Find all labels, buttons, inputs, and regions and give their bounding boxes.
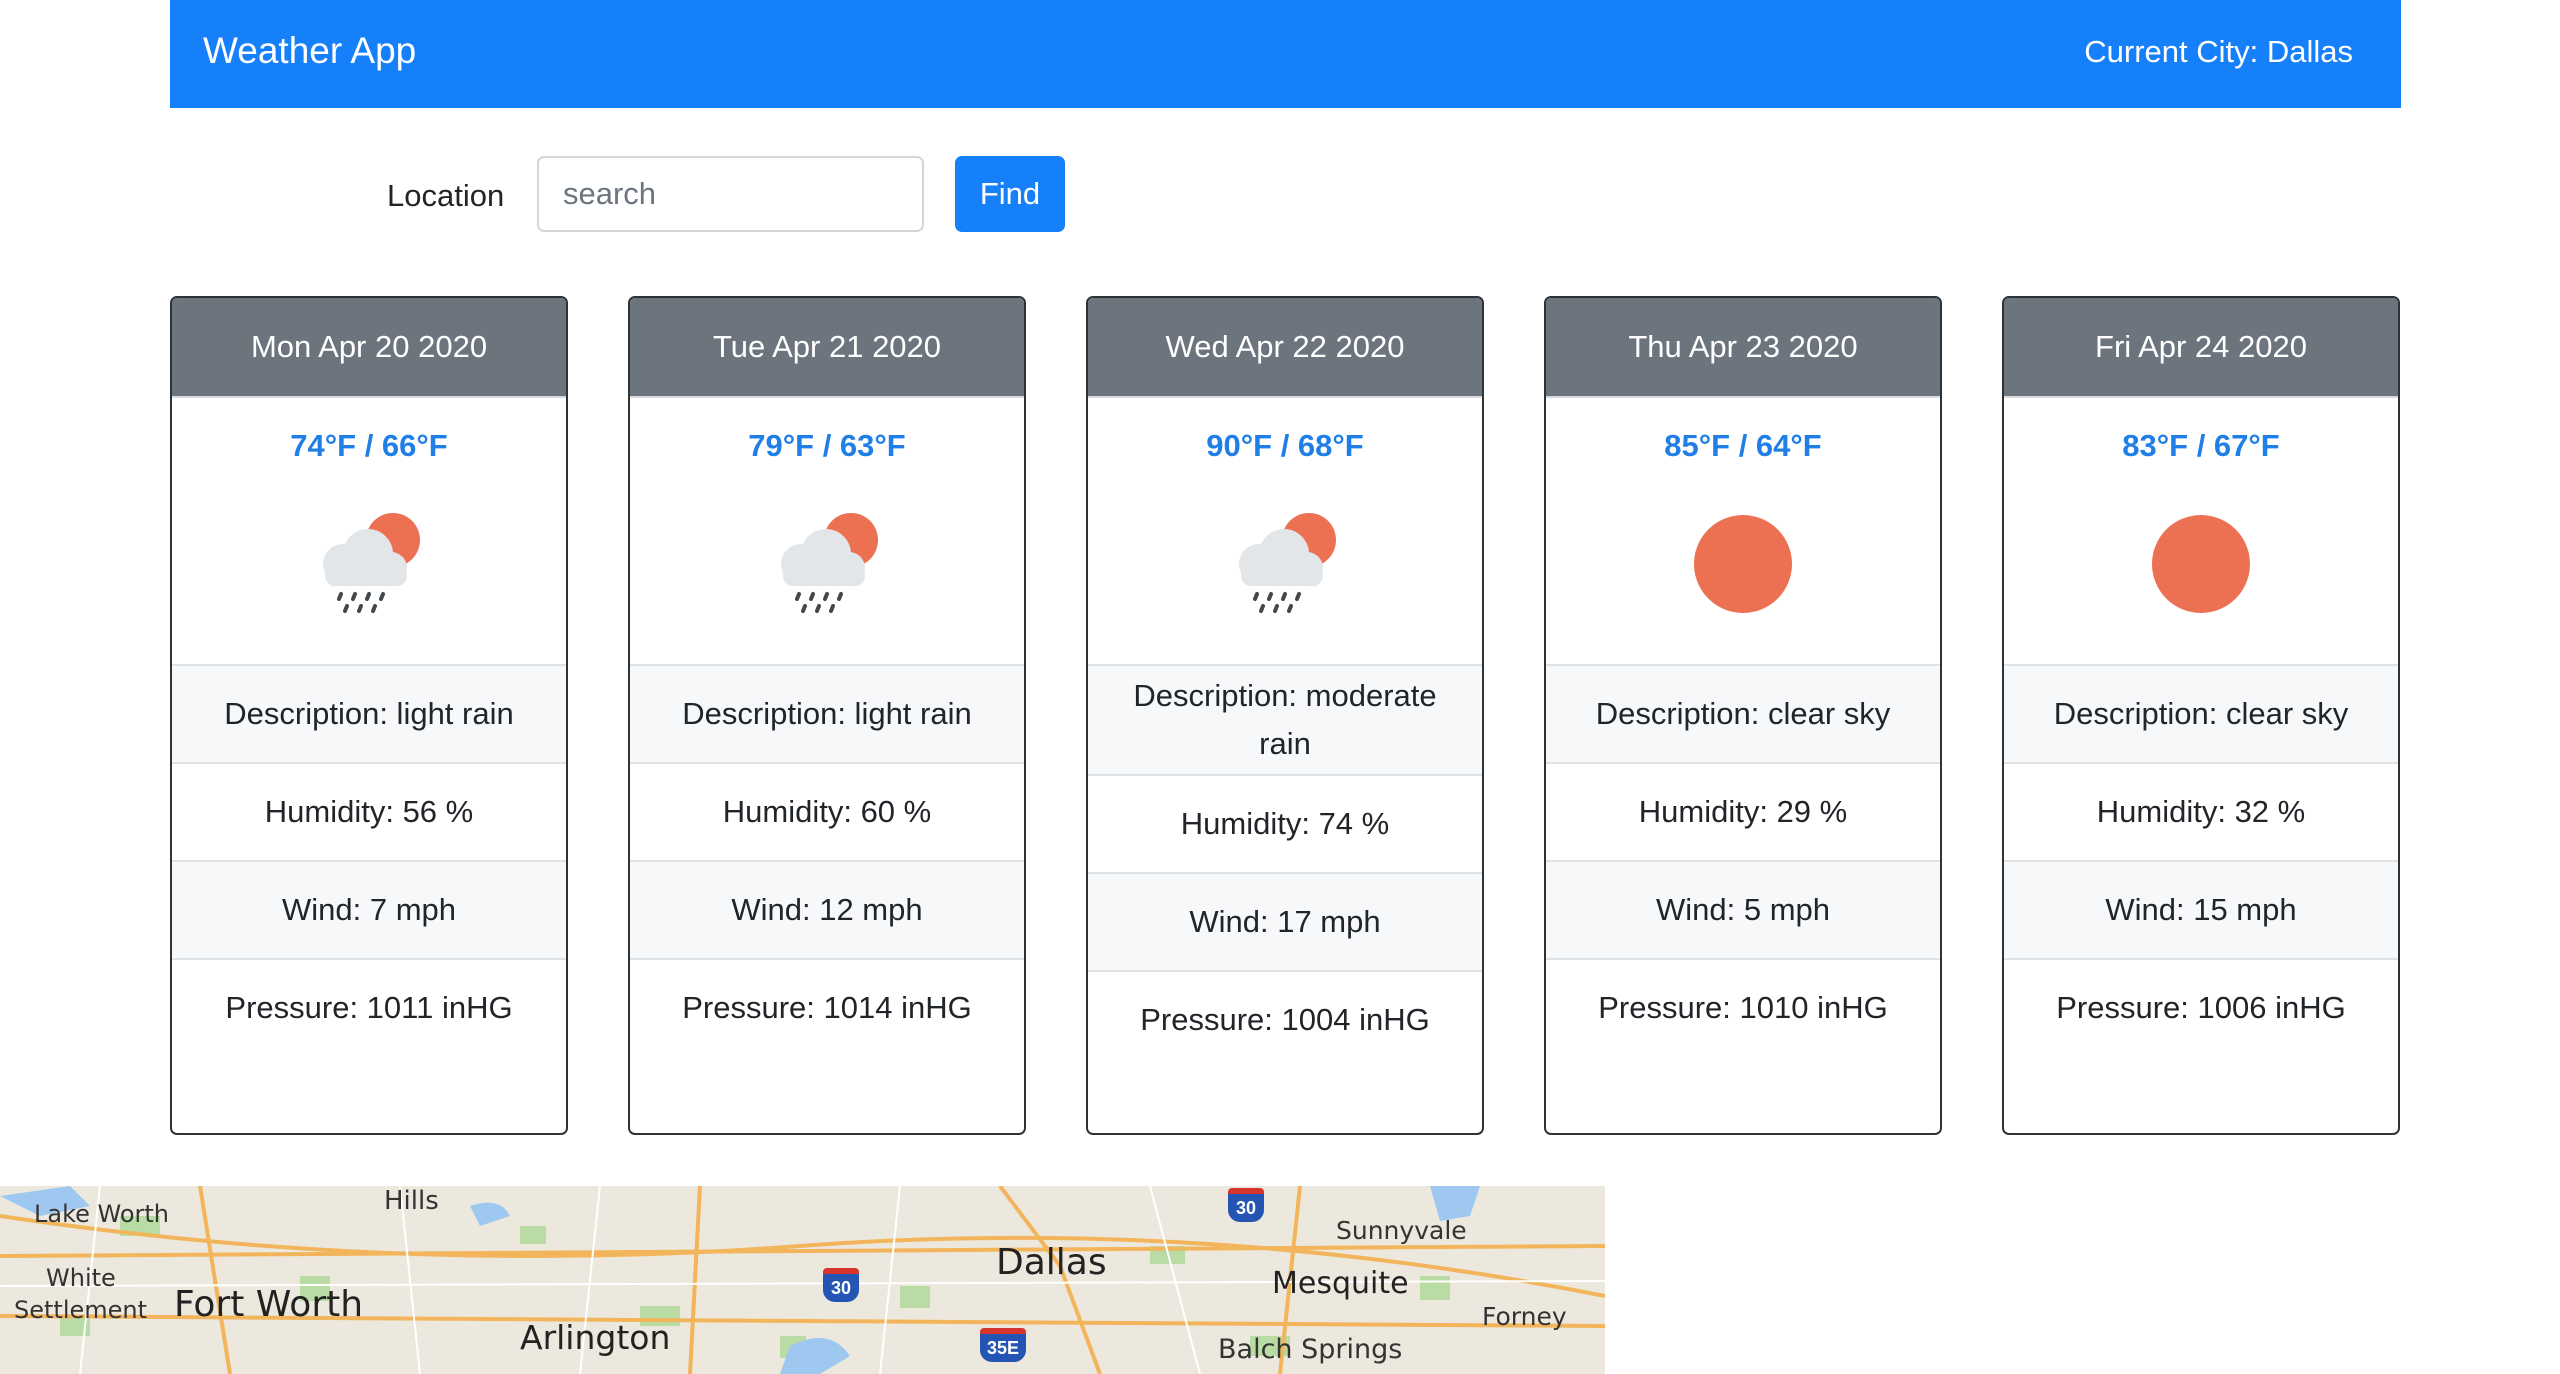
card-pressure: Pressure: 1011 inHG [172,958,566,1056]
sun-icon [1691,512,1795,621]
card-description: Description: light rain [630,664,1024,762]
card-description: Description: clear sky [2004,664,2398,762]
card-date: Mon Apr 20 2020 [172,298,566,398]
map-label-arlington: Arlington [520,1318,671,1357]
card-temp: 79°F / 63°F [748,428,906,463]
card-humidity: Humidity: 29 % [1546,762,1940,860]
map-label-hills: Hills [384,1186,439,1216]
card-temp: 83°F / 67°F [2122,428,2280,463]
city-map[interactable]: Lake Worth Hills White Settlement Fort W… [0,1186,1605,1374]
map-label-mesquite: Mesquite [1272,1266,1409,1301]
map-label-forney: Forney [1482,1302,1567,1331]
card-date: Wed Apr 22 2020 [1088,298,1482,398]
map-label-balch-springs: Balch Springs [1218,1334,1403,1365]
card-wind: Wind: 15 mph [2004,860,2398,958]
card-wind: Wind: 7 mph [172,860,566,958]
search-row: Location Find [170,156,1170,234]
forecast-card: Tue Apr 21 2020 79°F / 63°F Description:… [628,296,1026,1135]
interstate-35e-shield-icon: 35E [980,1328,1026,1362]
search-input[interactable] [537,156,924,232]
card-humidity: Humidity: 32 % [2004,762,2398,860]
forecast-card: Fri Apr 24 2020 83°F / 67°F Description:… [2002,296,2400,1135]
card-humidity: Humidity: 74 % [1088,774,1482,872]
rain-sun-icon [771,512,883,621]
card-date: Fri Apr 24 2020 [2004,298,2398,398]
card-description: Description: moderate rain [1088,664,1482,774]
card-temp: 74°F / 66°F [290,428,448,463]
location-label: Location [387,178,505,213]
rain-sun-icon [313,512,425,621]
card-wind: Wind: 12 mph [630,860,1024,958]
interstate-30-shield-icon: 30 [1228,1188,1264,1222]
forecast-card: Thu Apr 23 2020 85°F / 64°F Description:… [1544,296,1942,1135]
map-label-sunnyvale: Sunnyvale [1336,1216,1467,1245]
map-label-dallas: Dallas [996,1242,1107,1283]
map-label-lake-worth: Lake Worth [34,1200,170,1228]
card-pressure: Pressure: 1014 inHG [630,958,1024,1056]
card-wind: Wind: 5 mph [1546,860,1940,958]
map-label-settlement: Settlement [14,1296,148,1324]
card-description: Description: light rain [172,664,566,762]
card-wind: Wind: 17 mph [1088,872,1482,970]
card-description: Description: clear sky [1546,664,1940,762]
app-brand[interactable]: Weather App [203,30,416,72]
map-label-fort-worth: Fort Worth [174,1284,364,1325]
navbar: Weather App Current City: Dallas [170,0,2401,108]
card-temp: 90°F / 68°F [1206,428,1364,463]
card-humidity: Humidity: 60 % [630,762,1024,860]
sun-icon [2149,512,2253,621]
forecast-card: Mon Apr 20 2020 74°F / 66°F Description:… [170,296,568,1135]
card-temp: 85°F / 64°F [1664,428,1822,463]
map-label-white: White [46,1264,116,1292]
card-pressure: Pressure: 1006 inHG [2004,958,2398,1056]
current-city: Current City: Dallas [2084,34,2353,69]
forecast-card: Wed Apr 22 2020 90°F / 68°F Description:… [1086,296,1484,1135]
rain-sun-icon [1229,512,1341,621]
card-pressure: Pressure: 1004 inHG [1088,970,1482,1068]
card-date: Thu Apr 23 2020 [1546,298,1940,398]
card-date: Tue Apr 21 2020 [630,298,1024,398]
card-humidity: Humidity: 56 % [172,762,566,860]
find-button[interactable]: Find [955,156,1065,232]
interstate-30-shield-icon: 30 [823,1268,859,1302]
card-pressure: Pressure: 1010 inHG [1546,958,1940,1056]
